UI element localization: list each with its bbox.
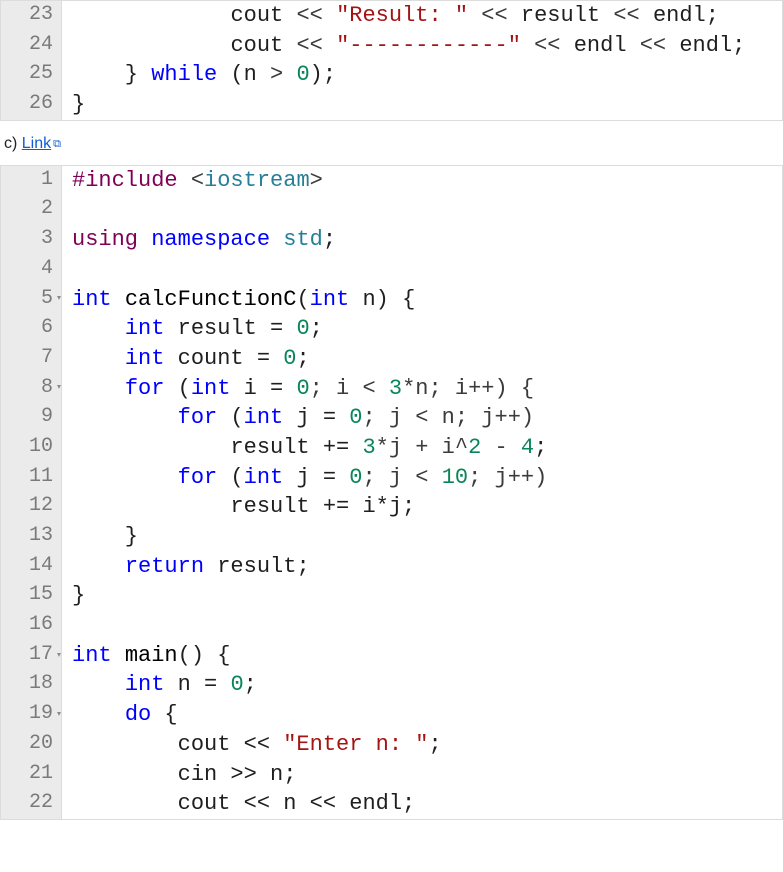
code-line: 5int calcFunctionC(int n) { [1,285,782,315]
code-line: 4 [1,255,782,285]
code-block-1: 23 cout << "Result: " << result << endl;… [0,0,783,121]
code-line: 1#include <iostream> [1,166,782,196]
code-text: } [62,522,138,552]
code-text: int result = 0; [62,314,323,344]
code-text: cin >> n; [62,760,296,790]
code-text: using namespace std; [62,225,336,255]
line-number: 4 [1,255,62,285]
code-text: int n = 0; [62,670,257,700]
code-line: 25 } while (n > 0); [1,60,782,90]
line-number: 22 [1,789,62,819]
line-number: 16 [1,611,62,641]
caption-prefix: c) [4,135,22,152]
code-text: } [62,90,85,120]
code-text: int calcFunctionC(int n) { [62,285,415,315]
code-line: 11 for (int j = 0; j < 10; j++) [1,463,782,493]
line-number: 2 [1,195,62,225]
line-number: 15 [1,581,62,611]
caption-c: c) Link⧉ [0,121,783,163]
code-line: 22 cout << n << endl; [1,789,782,819]
line-number: 6 [1,314,62,344]
code-text: int count = 0; [62,344,310,374]
code-text: cout << n << endl; [62,789,415,819]
code-text: return result; [62,552,310,582]
line-number: 7 [1,344,62,374]
line-number: 18 [1,670,62,700]
line-number: 1 [1,166,62,196]
line-number: 13 [1,522,62,552]
line-number: 24 [1,31,62,61]
code-text: } [62,581,85,611]
code-line: 20 cout << "Enter n: "; [1,730,782,760]
code-text: result += i*j; [62,492,415,522]
code-line: 14 return result; [1,552,782,582]
code-line: 12 result += i*j; [1,492,782,522]
code-text [62,255,85,285]
code-line: 17int main() { [1,641,782,671]
code-line: 23 cout << "Result: " << result << endl; [1,1,782,31]
code-line: 24 cout << "------------" << endl << end… [1,31,782,61]
line-number: 25 [1,60,62,90]
code-line: 19 do { [1,700,782,730]
line-number: 19 [1,700,62,730]
code-text: cout << "------------" << endl << endl; [62,31,745,61]
code-line: 21 cin >> n; [1,760,782,790]
code-text: do { [62,700,178,730]
code-line: 16 [1,611,782,641]
line-number: 12 [1,492,62,522]
link-c[interactable]: Link [22,135,51,152]
code-line: 26} [1,90,782,120]
code-text [62,195,85,225]
line-number: 26 [1,90,62,120]
code-text: for (int j = 0; j < 10; j++) [62,463,547,493]
code-line: 18 int n = 0; [1,670,782,700]
line-number: 20 [1,730,62,760]
code-text: #include <iostream> [62,166,323,196]
code-line: 6 int result = 0; [1,314,782,344]
line-number: 23 [1,1,62,31]
line-number: 10 [1,433,62,463]
code-text: cout << "Result: " << result << endl; [62,1,719,31]
code-text [62,611,85,641]
external-link-icon: ⧉ [53,138,61,150]
code-block-2: 1#include <iostream>2 3using namespace s… [0,165,783,820]
code-text: } while (n > 0); [62,60,336,90]
code-line: 2 [1,195,782,225]
code-line: 8 for (int i = 0; i < 3*n; i++) { [1,374,782,404]
code-text: result += 3*j + i^2 - 4; [62,433,547,463]
line-number: 14 [1,552,62,582]
line-number: 3 [1,225,62,255]
code-line: 10 result += 3*j + i^2 - 4; [1,433,782,463]
code-line: 7 int count = 0; [1,344,782,374]
code-text: cout << "Enter n: "; [62,730,442,760]
line-number: 21 [1,760,62,790]
line-number: 9 [1,403,62,433]
code-text: for (int j = 0; j < n; j++) [62,403,534,433]
code-text: for (int i = 0; i < 3*n; i++) { [62,374,534,404]
line-number: 17 [1,641,62,671]
line-number: 5 [1,285,62,315]
code-line: 15} [1,581,782,611]
code-text: int main() { [62,641,230,671]
code-line: 3using namespace std; [1,225,782,255]
code-line: 13 } [1,522,782,552]
code-line: 9 for (int j = 0; j < n; j++) [1,403,782,433]
line-number: 11 [1,463,62,493]
line-number: 8 [1,374,62,404]
